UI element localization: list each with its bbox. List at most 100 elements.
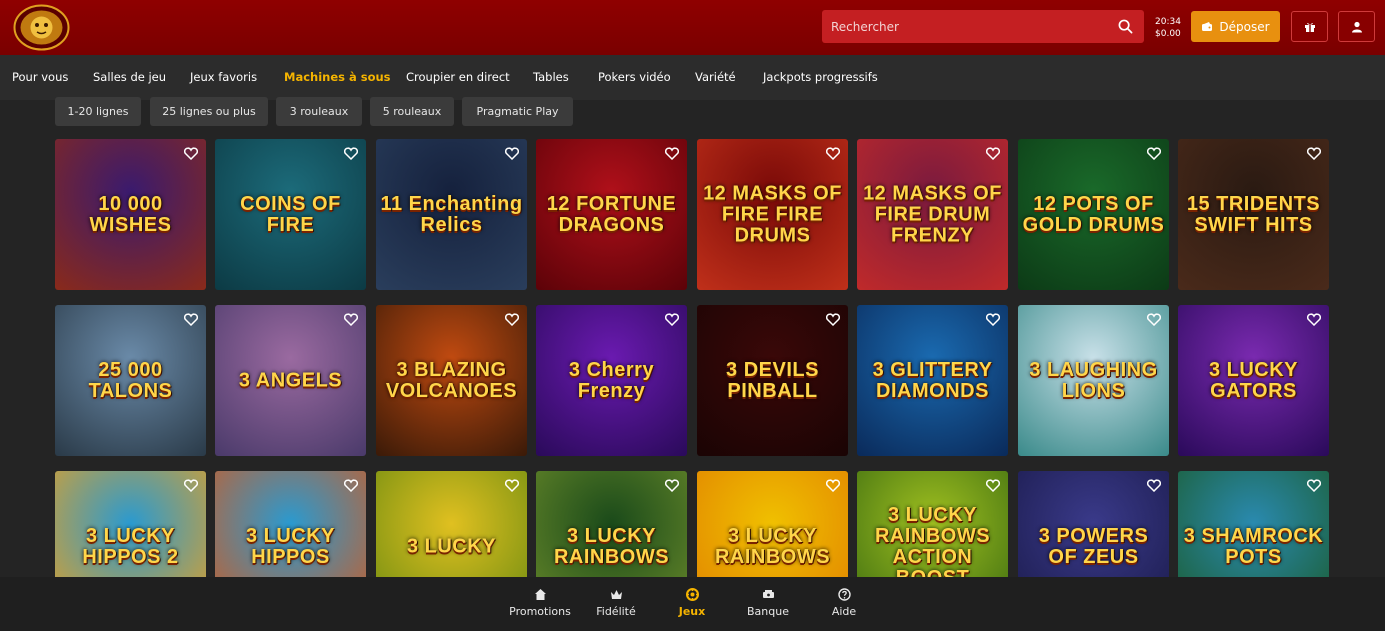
bottom-nav-label: Aide bbox=[831, 605, 857, 618]
nav-item-croupier-en-direct[interactable]: Croupier en direct bbox=[406, 70, 510, 84]
game-tile[interactable]: 12 MASKS OF FIRE DRUM FRENZY bbox=[857, 139, 1008, 290]
game-tile[interactable]: 25 000 TALONS bbox=[55, 305, 206, 456]
balance: $0.00 bbox=[1155, 29, 1181, 39]
game-tile[interactable]: 3 LUCKY GATORS bbox=[1178, 305, 1329, 456]
nav-item-salles-de-jeu[interactable]: Salles de jeu bbox=[93, 70, 166, 84]
crown-icon bbox=[610, 590, 622, 599]
game-tile[interactable]: 3 SHAMROCK POTS bbox=[1178, 471, 1329, 577]
bottom-nav-promotions[interactable]: Promotions bbox=[500, 588, 580, 618]
game-tile[interactable]: 12 FORTUNE DRAGONS bbox=[536, 139, 687, 290]
nav-item-pokers-video[interactable]: Pokers vidéo bbox=[598, 70, 671, 84]
favorite-heart-icon[interactable] bbox=[184, 479, 198, 492]
game-tile[interactable]: 3 GLITTERY DIAMONDS bbox=[857, 305, 1008, 456]
game-title: 10 000 WISHES bbox=[89, 192, 172, 236]
favorite-heart-icon[interactable] bbox=[1147, 479, 1161, 492]
game-title: 12 MASKS OF FIRE DRUM FRENZY bbox=[863, 182, 1002, 246]
game-tile[interactable]: 3 BLAZING VOLCANOES bbox=[376, 305, 527, 456]
favorite-heart-icon[interactable] bbox=[505, 147, 519, 160]
favorite-heart-icon[interactable] bbox=[1307, 147, 1321, 160]
game-tile[interactable]: 10 000 WISHES bbox=[55, 139, 206, 290]
home-icon bbox=[534, 589, 546, 600]
filter-5-rouleaux[interactable]: 5 rouleaux bbox=[370, 97, 454, 126]
favorite-heart-icon[interactable] bbox=[826, 313, 840, 326]
game-tile[interactable]: 3 LAUGHING LIONS bbox=[1018, 305, 1169, 456]
bottom-nav-banque[interactable]: Banque bbox=[728, 588, 808, 618]
wallet-icon bbox=[1202, 21, 1213, 31]
game-tile[interactable]: 12 MASKS OF FIRE FIRE DRUMS bbox=[697, 139, 848, 290]
favorite-heart-icon[interactable] bbox=[665, 147, 679, 160]
favorite-heart-icon[interactable] bbox=[665, 313, 679, 326]
bottom-nav-jeux[interactable]: Jeux bbox=[652, 588, 732, 618]
favorite-heart-icon[interactable] bbox=[1307, 479, 1321, 492]
favorite-heart-icon[interactable] bbox=[344, 313, 358, 326]
game-title: 15 TRIDENTS SWIFT HITS bbox=[1186, 192, 1321, 236]
game-tile[interactable]: 3 DEVILS PINBALL bbox=[697, 305, 848, 456]
game-tile[interactable]: 3 LUCKY HIPPOS 2 bbox=[55, 471, 206, 577]
filter-3-rouleaux[interactable]: 3 rouleaux bbox=[276, 97, 362, 126]
bottom-nav-fidelite[interactable]: Fidélité bbox=[576, 588, 656, 618]
filter-pragmatic-play[interactable]: Pragmatic Play bbox=[462, 97, 573, 126]
game-title: 3 ANGELS bbox=[238, 369, 343, 391]
favorite-heart-icon[interactable] bbox=[986, 479, 1000, 492]
bottom-nav-label: Promotions bbox=[509, 605, 571, 618]
nav-item-machines-a-sous[interactable]: Machines à sous bbox=[284, 70, 391, 84]
game-tile[interactable]: 3 LUCKY RAINBOWS bbox=[697, 471, 848, 577]
logo-icon[interactable] bbox=[11, 3, 72, 52]
game-title: 3 LUCKY HIPPOS 2 bbox=[82, 524, 179, 568]
game-title: 12 FORTUNE DRAGONS bbox=[546, 192, 677, 236]
game-tile[interactable]: 3 POWERS OF ZEUS bbox=[1018, 471, 1169, 577]
game-title: 3 LUCKY bbox=[406, 535, 497, 557]
nav-item-variete[interactable]: Variété bbox=[695, 70, 736, 84]
favorite-heart-icon[interactable] bbox=[986, 147, 1000, 160]
favorite-heart-icon[interactable] bbox=[986, 313, 1000, 326]
favorite-heart-icon[interactable] bbox=[1147, 147, 1161, 160]
header: 20:34 $0.00 Déposer bbox=[0, 0, 1385, 55]
game-tile[interactable]: 3 LUCKY HIPPOS bbox=[215, 471, 366, 577]
favorite-heart-icon[interactable] bbox=[826, 147, 840, 160]
game-tile[interactable]: 12 POTS OF GOLD DRUMS bbox=[1018, 139, 1169, 290]
favorite-heart-icon[interactable] bbox=[344, 479, 358, 492]
game-tile[interactable]: 3 LUCKY bbox=[376, 471, 527, 577]
chip-icon bbox=[685, 588, 699, 601]
search-bar bbox=[822, 10, 1144, 43]
game-tile[interactable]: 11 Enchanting Relics bbox=[376, 139, 527, 290]
game-tile[interactable]: 3 ANGELS bbox=[215, 305, 366, 456]
favorite-heart-icon[interactable] bbox=[505, 479, 519, 492]
game-tile[interactable]: 3 LUCKY RAINBOWS ACTION BOOST bbox=[857, 471, 1008, 577]
favorite-heart-icon[interactable] bbox=[184, 147, 198, 160]
game-title: 3 LAUGHING LIONS bbox=[1029, 358, 1158, 402]
game-title: 12 POTS OF GOLD DRUMS bbox=[1022, 192, 1165, 236]
nav-item-tables[interactable]: Tables bbox=[533, 70, 569, 84]
game-title: 3 LUCKY HIPPOS bbox=[245, 524, 336, 568]
favorite-heart-icon[interactable] bbox=[344, 147, 358, 160]
favorite-heart-icon[interactable] bbox=[1307, 313, 1321, 326]
game-tile[interactable]: COINS OF FIRE bbox=[215, 139, 366, 290]
gift-button[interactable] bbox=[1291, 11, 1328, 42]
clock-time: 20:34 bbox=[1155, 17, 1181, 27]
search-icon[interactable] bbox=[1118, 19, 1133, 34]
game-tile[interactable]: 15 TRIDENTS SWIFT HITS bbox=[1178, 139, 1329, 290]
favorite-heart-icon[interactable] bbox=[1147, 313, 1161, 326]
bank-icon bbox=[762, 590, 774, 598]
search-input[interactable] bbox=[831, 10, 1111, 43]
game-title: 3 GLITTERY DIAMONDS bbox=[872, 358, 993, 402]
game-tile[interactable]: 3 LUCKY RAINBOWS bbox=[536, 471, 687, 577]
nav-item-jackpots-progressifs[interactable]: Jackpots progressifs bbox=[763, 70, 878, 84]
deposit-button[interactable]: Déposer bbox=[1191, 11, 1280, 42]
game-title: 3 SHAMROCK POTS bbox=[1183, 524, 1324, 568]
user-icon bbox=[1351, 21, 1362, 32]
filter-25-lignes[interactable]: 25 lignes ou plus bbox=[150, 97, 268, 126]
favorite-heart-icon[interactable] bbox=[665, 479, 679, 492]
filter-1-20-lignes[interactable]: 1-20 lignes bbox=[55, 97, 141, 126]
nav-item-jeux-favoris[interactable]: Jeux favoris bbox=[190, 70, 257, 84]
bottom-nav-aide[interactable]: Aide bbox=[804, 588, 884, 618]
favorite-heart-icon[interactable] bbox=[826, 479, 840, 492]
game-title: 3 Cherry Frenzy bbox=[568, 358, 655, 402]
account-button[interactable] bbox=[1338, 11, 1375, 42]
favorite-heart-icon[interactable] bbox=[184, 313, 198, 326]
game-title: 3 LUCKY RAINBOWS bbox=[553, 524, 670, 568]
favorite-heart-icon[interactable] bbox=[505, 313, 519, 326]
nav-item-pour-vous[interactable]: Pour vous bbox=[12, 70, 68, 84]
help-icon bbox=[837, 588, 851, 601]
game-tile[interactable]: 3 Cherry Frenzy bbox=[536, 305, 687, 456]
